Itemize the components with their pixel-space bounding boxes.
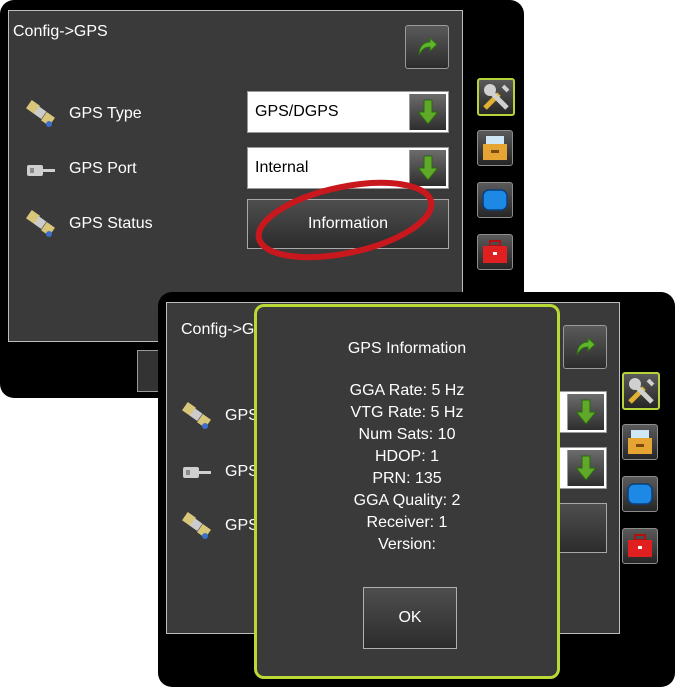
satellite-icon [182, 512, 211, 539]
tools-icon [483, 84, 510, 110]
return-arrow-icon [418, 36, 438, 56]
hdop-text: HDOP: 1 [374, 448, 439, 465]
storage-tab[interactable] [622, 424, 658, 460]
gps-port-dropdown[interactable] [557, 447, 607, 489]
prn-text: PRN: 135 [372, 470, 442, 487]
gps-type-value: GPS/DGPS [255, 103, 339, 120]
satellite-icon [26, 210, 55, 237]
storage-icon [628, 430, 652, 454]
toolbox-icon [483, 240, 507, 263]
num-sats-text: Num Sats: 10 [358, 426, 456, 443]
display-tab[interactable] [477, 182, 513, 218]
dialog-title: GPS Information [347, 340, 467, 357]
front-screen: Config->GPS GPS Type GPS Port GPS Status [158, 292, 675, 687]
gps-port-icon [27, 165, 55, 176]
vtg-rate-text: VTG Rate: 5 Hz [350, 404, 464, 421]
gps-status-label: GPS Status [69, 215, 153, 232]
return-button[interactable] [563, 325, 607, 369]
display-icon [627, 483, 653, 505]
gps-type-label: GPS Type [69, 105, 142, 122]
information-button[interactable] [557, 503, 607, 553]
gps-port-label: GPS Port [69, 160, 137, 177]
storage-tab[interactable] [477, 130, 513, 166]
version-text: Version: [378, 536, 436, 553]
gga-quality-text: GGA Quality: 2 [353, 492, 461, 509]
display-tab[interactable] [622, 476, 658, 512]
tools-icon [628, 378, 655, 404]
tools-tab[interactable] [622, 372, 660, 410]
gps-type-dropdown[interactable]: GPS/DGPS [247, 91, 449, 133]
ok-button[interactable]: OK [363, 587, 457, 649]
gps-port-icon [183, 467, 211, 478]
dropdown-arrow-icon[interactable] [567, 394, 604, 430]
return-arrow-icon [576, 336, 596, 356]
return-button[interactable] [405, 25, 449, 69]
toolbox-tab[interactable] [477, 234, 513, 270]
dropdown-arrow-icon[interactable] [409, 94, 446, 130]
satellite-icon [26, 100, 55, 127]
highlight-oval [255, 179, 435, 261]
page-title: Config->GPS [13, 23, 108, 40]
dropdown-arrow-icon[interactable] [567, 450, 604, 486]
toolbox-icon [628, 534, 652, 557]
tools-tab[interactable] [477, 78, 515, 116]
satellite-icon [182, 402, 211, 429]
gga-rate-text: GGA Rate: 5 Hz [349, 382, 465, 399]
display-icon [482, 189, 508, 211]
gps-information-dialog: GPS Information GGA Rate: 5 Hz VTG Rate:… [254, 304, 560, 679]
receiver-text: Receiver: 1 [366, 514, 448, 531]
storage-icon [483, 136, 507, 160]
toolbox-tab[interactable] [622, 528, 658, 564]
gps-type-dropdown[interactable] [557, 391, 607, 433]
